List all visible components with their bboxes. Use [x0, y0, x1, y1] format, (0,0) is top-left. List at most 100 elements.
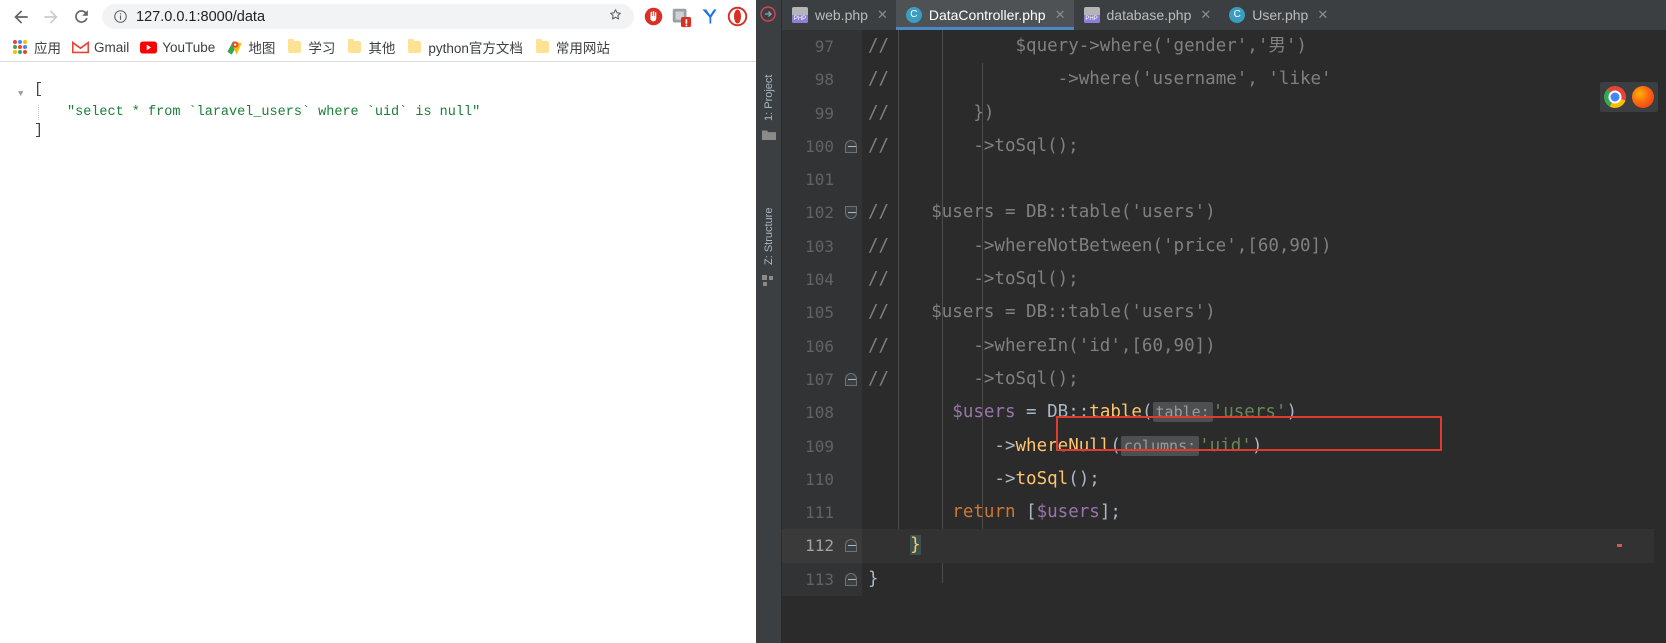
- code-token: table: [1089, 402, 1142, 423]
- bookmark-folder-python-docs[interactable]: python官方文档: [402, 35, 530, 59]
- code-line[interactable]: 107 // ->toSql();: [782, 362, 1666, 397]
- back-button[interactable]: [6, 2, 36, 32]
- fold-gutter[interactable]: [840, 396, 862, 430]
- extension-icons: [640, 4, 750, 30]
- line-number: 108: [782, 396, 840, 430]
- address-bar[interactable]: 127.0.0.1:8000/data: [102, 4, 634, 29]
- code-text: // ->toSql();: [868, 269, 1079, 290]
- toolwindow-project[interactable]: 1: Project: [756, 26, 782, 121]
- code-line-current[interactable]: 112 }: [782, 529, 1666, 563]
- code-line[interactable]: 111 return [$users];: [782, 496, 1666, 530]
- line-number: 107: [782, 362, 840, 397]
- bookmark-maps[interactable]: 地图: [222, 35, 282, 59]
- code-line[interactable]: 98 // ->where('username', 'like': [782, 63, 1666, 97]
- tab-datacontroller-php[interactable]: C DataController.php ✕: [895, 0, 1074, 30]
- json-string-value: "select * from `laravel_users` where `ui…: [67, 105, 481, 120]
- forward-button[interactable]: [36, 2, 66, 32]
- bookmark-youtube[interactable]: YouTube: [136, 37, 222, 58]
- extension-warning-icon[interactable]: [668, 4, 694, 30]
- fold-start-icon[interactable]: [845, 206, 857, 220]
- code-line[interactable]: 106 // ->whereIn('id',[60,90]): [782, 329, 1666, 363]
- code-token: }: [868, 568, 879, 589]
- close-icon[interactable]: ✕: [1200, 7, 1211, 23]
- code-editor[interactable]: 97 // $query->where('gender','男') 98 // …: [782, 30, 1666, 643]
- fold-gutter[interactable]: [840, 129, 862, 164]
- bookmark-gmail[interactable]: Gmail: [68, 37, 136, 58]
- fold-gutter[interactable]: [840, 96, 862, 130]
- site-information-icon[interactable]: [112, 9, 128, 25]
- fold-gutter[interactable]: [840, 362, 862, 397]
- editor-scrollbar[interactable]: [1654, 60, 1666, 643]
- fold-end-icon[interactable]: [845, 372, 857, 386]
- fold-gutter[interactable]: [840, 229, 862, 264]
- arrow-left-icon: [14, 9, 28, 24]
- code-line-highlighted[interactable]: 109 ->whereNull(columns:'uid'): [782, 429, 1666, 463]
- bookmark-apps[interactable]: 应用: [8, 35, 68, 59]
- google-maps-icon: [226, 39, 243, 56]
- code-line[interactable]: 99 // }): [782, 96, 1666, 130]
- toolwindow-structure[interactable]: Z: Structure: [756, 155, 782, 265]
- code-line[interactable]: 100 // ->toSql();: [782, 129, 1666, 164]
- code-line[interactable]: 103 // ->whereNotBetween('price',[60,90]…: [782, 229, 1666, 264]
- fold-end-icon[interactable]: [845, 139, 857, 153]
- code-text: // ->where('username', 'like': [868, 69, 1332, 90]
- bookmark-folder-study[interactable]: 学习: [282, 35, 342, 59]
- folder-icon: [406, 39, 423, 56]
- code-text: ->toSql();: [868, 468, 1100, 489]
- tab-user-php[interactable]: C User.php ✕: [1219, 0, 1336, 30]
- fold-gutter[interactable]: [840, 196, 862, 230]
- close-icon[interactable]: ✕: [877, 7, 888, 23]
- fold-end-icon[interactable]: [845, 572, 857, 586]
- bookmark-label: python官方文档: [428, 41, 523, 56]
- code-line[interactable]: 102 // $users = DB::table('users'): [782, 196, 1666, 230]
- reload-button[interactable]: [66, 2, 96, 32]
- chrome-icon[interactable]: [1602, 84, 1628, 110]
- close-icon[interactable]: ✕: [1055, 7, 1066, 23]
- fold-gutter[interactable]: [840, 296, 862, 330]
- firefox-icon[interactable]: [1630, 84, 1656, 110]
- folder-icon: [534, 39, 551, 56]
- fold-gutter[interactable]: [840, 329, 862, 363]
- line-number: 104: [782, 263, 840, 297]
- yandex-icon[interactable]: [696, 4, 722, 30]
- fold-gutter[interactable]: [840, 163, 862, 197]
- collapse-triangle-icon[interactable]: ▼: [18, 84, 32, 105]
- adblock-icon[interactable]: [640, 4, 666, 30]
- fold-gutter[interactable]: [840, 429, 862, 463]
- line-number: 113: [782, 562, 840, 597]
- fold-gutter[interactable]: [840, 63, 862, 97]
- code-line[interactable]: 113 }: [782, 562, 1666, 597]
- fold-gutter[interactable]: [840, 496, 862, 530]
- ide-tool-strip: 1: Project Z: Structure: [756, 0, 782, 643]
- bookmark-folder-other[interactable]: 其他: [342, 35, 402, 59]
- bookmark-folder-common-sites[interactable]: 常用网站: [530, 35, 617, 59]
- opera-icon[interactable]: [724, 4, 750, 30]
- toolwindow-label: 1: Project: [763, 74, 775, 121]
- structure-icon: [762, 272, 776, 291]
- tab-label: database.php: [1106, 7, 1192, 23]
- bookmark-star-icon[interactable]: [599, 6, 624, 27]
- close-icon[interactable]: ✕: [1317, 7, 1328, 23]
- gmail-icon: [72, 39, 89, 56]
- hide-toolwindow-icon[interactable]: [758, 4, 778, 24]
- bookmark-label: 地图: [248, 41, 276, 56]
- code-line[interactable]: 101: [782, 163, 1666, 197]
- bookmark-label: 应用: [34, 41, 61, 56]
- fold-gutter[interactable]: [840, 263, 862, 297]
- folder-icon: [286, 39, 303, 56]
- code-line[interactable]: 97 // $query->where('gender','男'): [782, 30, 1666, 64]
- tab-database-php[interactable]: PHP database.php ✕: [1074, 0, 1220, 30]
- fold-gutter[interactable]: [840, 30, 862, 64]
- code-line[interactable]: 104 // ->toSql();: [782, 263, 1666, 297]
- fold-end-icon[interactable]: [845, 539, 857, 553]
- line-number: 112: [782, 529, 840, 563]
- fold-gutter[interactable]: [840, 562, 862, 597]
- code-line[interactable]: 108 $users = DB::table(table:'users'): [782, 396, 1666, 430]
- fold-gutter[interactable]: [840, 529, 862, 563]
- code-text: // ->whereIn('id',[60,90]): [868, 335, 1216, 356]
- code-line[interactable]: 105 // $users = DB::table('users'): [782, 296, 1666, 330]
- fold-gutter[interactable]: [840, 462, 862, 497]
- code-text: // ->whereNotBetween('price',[60,90]): [868, 235, 1332, 256]
- tab-web-php[interactable]: PHP web.php ✕: [782, 0, 896, 30]
- code-line[interactable]: 110 ->toSql();: [782, 462, 1666, 497]
